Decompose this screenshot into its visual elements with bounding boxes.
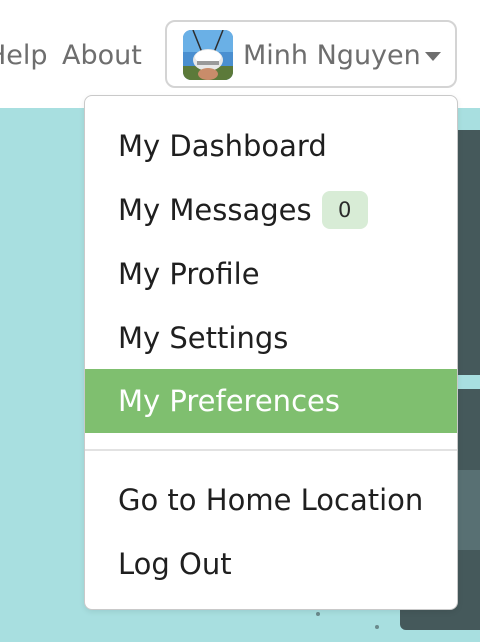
menu-item-my-profile[interactable]: My Profile <box>85 242 457 306</box>
user-menu-button[interactable]: Minh Nguyen <box>165 20 457 88</box>
menu-item-label: Go to Home Location <box>118 483 424 517</box>
menu-item-my-messages[interactable]: My Messages 0 <box>85 178 457 242</box>
top-navbar: Help About Minh Nguyen <box>0 0 480 108</box>
nav-link-about[interactable]: About <box>62 38 142 74</box>
nav-link-help[interactable]: Help <box>0 38 48 74</box>
caret-down-icon <box>425 52 441 61</box>
user-dropdown-menu: My Dashboard My Messages 0 My Profile My … <box>84 95 458 610</box>
user-avatar-photo-icon <box>183 30 233 80</box>
menu-item-label: My Profile <box>118 257 260 291</box>
background-dot <box>316 612 320 616</box>
menu-item-my-dashboard[interactable]: My Dashboard <box>85 114 457 178</box>
menu-item-go-to-home-location[interactable]: Go to Home Location <box>85 468 457 532</box>
menu-item-label: Log Out <box>118 547 232 581</box>
background-dot <box>375 625 379 629</box>
menu-item-log-out[interactable]: Log Out <box>85 532 457 596</box>
messages-count-badge: 0 <box>321 191 368 229</box>
menu-item-label: My Preferences <box>118 384 340 418</box>
menu-item-my-preferences[interactable]: My Preferences <box>85 369 457 433</box>
menu-item-label: My Settings <box>118 321 289 355</box>
menu-item-label: My Messages <box>118 193 312 227</box>
user-name: Minh Nguyen <box>243 40 421 71</box>
menu-item-my-settings[interactable]: My Settings <box>85 306 457 370</box>
avatar <box>183 30 233 80</box>
menu-item-label: My Dashboard <box>118 129 327 163</box>
menu-divider <box>85 449 457 451</box>
